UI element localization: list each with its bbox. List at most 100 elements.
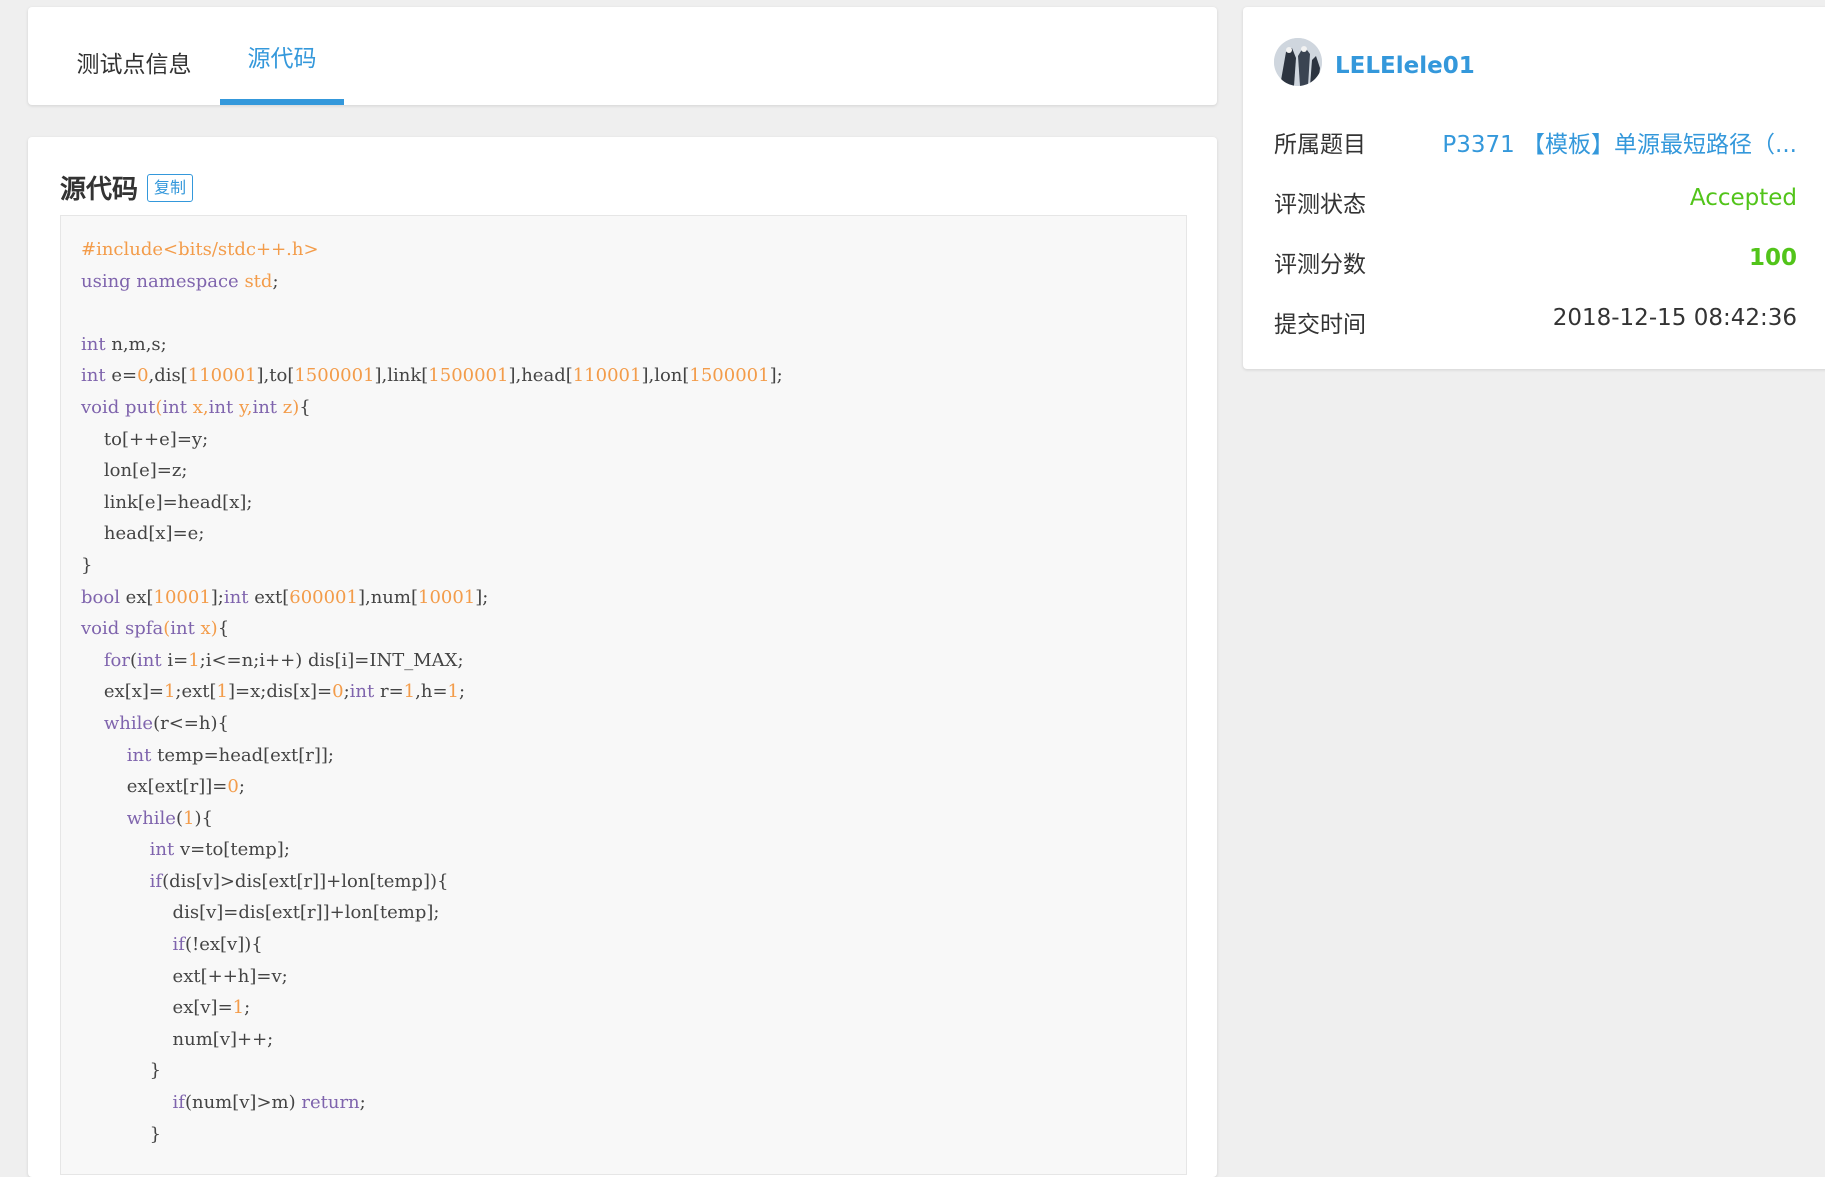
code-line: void spfa(int x){ — [81, 613, 783, 645]
code-line: head[x]=e; — [81, 518, 783, 550]
code-lines: #include<bits/stdc++.h> using namespace s… — [81, 234, 783, 1150]
code-token: lon[e]=z; — [81, 460, 188, 482]
code-line: ex[x]=1;ext[1]=x;dis[x]=0;int r=1,h=1; — [81, 676, 783, 708]
code-token: 110001 — [572, 365, 642, 387]
code-token: while — [126, 807, 176, 829]
code-token: 10001 — [418, 586, 476, 608]
code-token: int — [223, 586, 249, 608]
code-token: ex[x]= — [81, 681, 164, 703]
code-token: temp=head[ext[r]]; — [151, 744, 334, 766]
code-token: 0 — [137, 365, 149, 387]
code-token: ex[ — [119, 586, 154, 608]
code-line: for(int i=1;i<=n;i++) dis[i]=INT_MAX; — [81, 645, 783, 677]
code-token: z) — [277, 396, 300, 418]
code-token: (r<=h){ — [153, 712, 229, 734]
code-token: 0 — [227, 776, 239, 798]
tab-bar: 测试点信息 源代码 — [28, 7, 1217, 105]
code-token: return — [301, 1092, 360, 1114]
code-token: int — [170, 618, 195, 640]
code-token: if — [172, 1092, 185, 1114]
code-line: to[++e]=y; — [81, 424, 783, 456]
tab-test-info[interactable]: 测试点信息 — [64, 7, 204, 105]
code-token: using namespace — [81, 270, 239, 292]
code-token: 1500001 — [689, 365, 770, 387]
code-token: ( — [175, 807, 183, 829]
code-token: 110001 — [187, 365, 257, 387]
code-token: ],num[ — [357, 586, 418, 608]
code-token: ;i<=n;i++) dis[i]=INT_MAX; — [199, 649, 464, 671]
info-row-score: 评测分数 100 — [1274, 245, 1797, 285]
code-token: ],to[ — [256, 365, 295, 387]
code-line: ex[v]=1; — [81, 992, 783, 1024]
code-line: using namespace std; — [81, 266, 783, 298]
code-line: if(dis[v]>dis[ext[r]]+lon[temp]){ — [81, 866, 783, 898]
info-row-status: 评测状态 Accepted — [1274, 185, 1797, 225]
code-line: } — [81, 550, 783, 582]
code-token: y, — [233, 396, 253, 418]
code-line: int temp=head[ext[r]]; — [81, 740, 783, 772]
avatar-image-icon — [1274, 38, 1322, 86]
problem-link[interactable]: P3371 【模板】单源最短路径（... — [1442, 125, 1797, 159]
avatar[interactable] — [1274, 38, 1322, 86]
code-token: x, — [187, 396, 209, 418]
code-token: int — [208, 396, 234, 418]
submit-time-label: 提交时间 — [1274, 312, 1366, 338]
code-token: } — [81, 1123, 162, 1145]
code-token: if — [149, 870, 163, 892]
code-line: int v=to[temp]; — [81, 834, 783, 866]
code-token: int — [349, 681, 375, 703]
code-token: if — [172, 934, 185, 956]
submit-time-value: 2018-12-15 08:42:36 — [1552, 305, 1797, 331]
code-token: ; — [238, 776, 245, 798]
code-token: ]=x;dis[x]= — [228, 681, 333, 703]
code-token: ext[ — [248, 586, 290, 608]
code-line: link[e]=head[x]; — [81, 487, 783, 519]
code-token: bool — [81, 586, 120, 608]
code-line: void put(int x,int y,int z){ — [81, 392, 783, 424]
code-token: ]; — [769, 365, 783, 387]
code-block[interactable]: #include<bits/stdc++.h> using namespace s… — [60, 215, 1187, 1175]
code-token: int — [81, 333, 106, 355]
code-token: ext[++h]=v; — [81, 965, 288, 987]
code-token: } — [81, 1060, 162, 1082]
code-token: ,dis[ — [148, 365, 188, 387]
code-token: int — [81, 365, 106, 387]
username-link[interactable]: LELElele01 — [1335, 53, 1475, 79]
code-token: ;ext[ — [175, 681, 217, 703]
code-token: int — [126, 744, 152, 766]
code-line: if(!ex[v]){ — [81, 929, 783, 961]
code-token: int — [137, 649, 162, 671]
code-token: ; — [272, 270, 279, 292]
code-token: ; — [359, 1092, 366, 1114]
code-line: dis[v]=dis[ext[r]]+lon[temp]; — [81, 897, 783, 929]
code-token: ]; — [475, 586, 489, 608]
tab-source-code[interactable]: 源代码 — [220, 7, 344, 105]
code-line: #include<bits/stdc++.h> — [81, 234, 783, 266]
info-row-submit-time: 提交时间 2018-12-15 08:42:36 — [1274, 305, 1797, 345]
code-line: num[v]++; — [81, 1024, 783, 1056]
code-token: 1 — [216, 681, 228, 703]
code-token: 1 — [188, 649, 200, 671]
code-token: dis[v]=dis[ext[r]]+lon[temp]; — [81, 902, 440, 924]
copy-button[interactable]: 复制 — [147, 174, 194, 202]
code-token: r= — [374, 681, 404, 703]
submission-info-panel: LELElele01 所属题目 P3371 【模板】单源最短路径（... 评测状… — [1243, 7, 1825, 369]
code-line: lon[e]=z; — [81, 455, 783, 487]
code-token: while — [103, 712, 154, 734]
code-line: } — [81, 1119, 783, 1151]
code-token: ex[ext[r]]= — [81, 776, 228, 798]
code-token: 10001 — [153, 586, 211, 608]
code-token: 1 — [403, 681, 416, 703]
code-token: put — [125, 396, 156, 418]
score-value: 100 — [1748, 245, 1797, 271]
code-token: ){ — [194, 807, 213, 829]
code-token: for — [103, 649, 130, 671]
code-token: 1500001 — [428, 365, 509, 387]
code-token: i= — [161, 649, 189, 671]
code-token: link[e]=head[x]; — [81, 491, 253, 513]
code-token: spfa — [125, 618, 164, 640]
code-token: { — [217, 618, 230, 640]
